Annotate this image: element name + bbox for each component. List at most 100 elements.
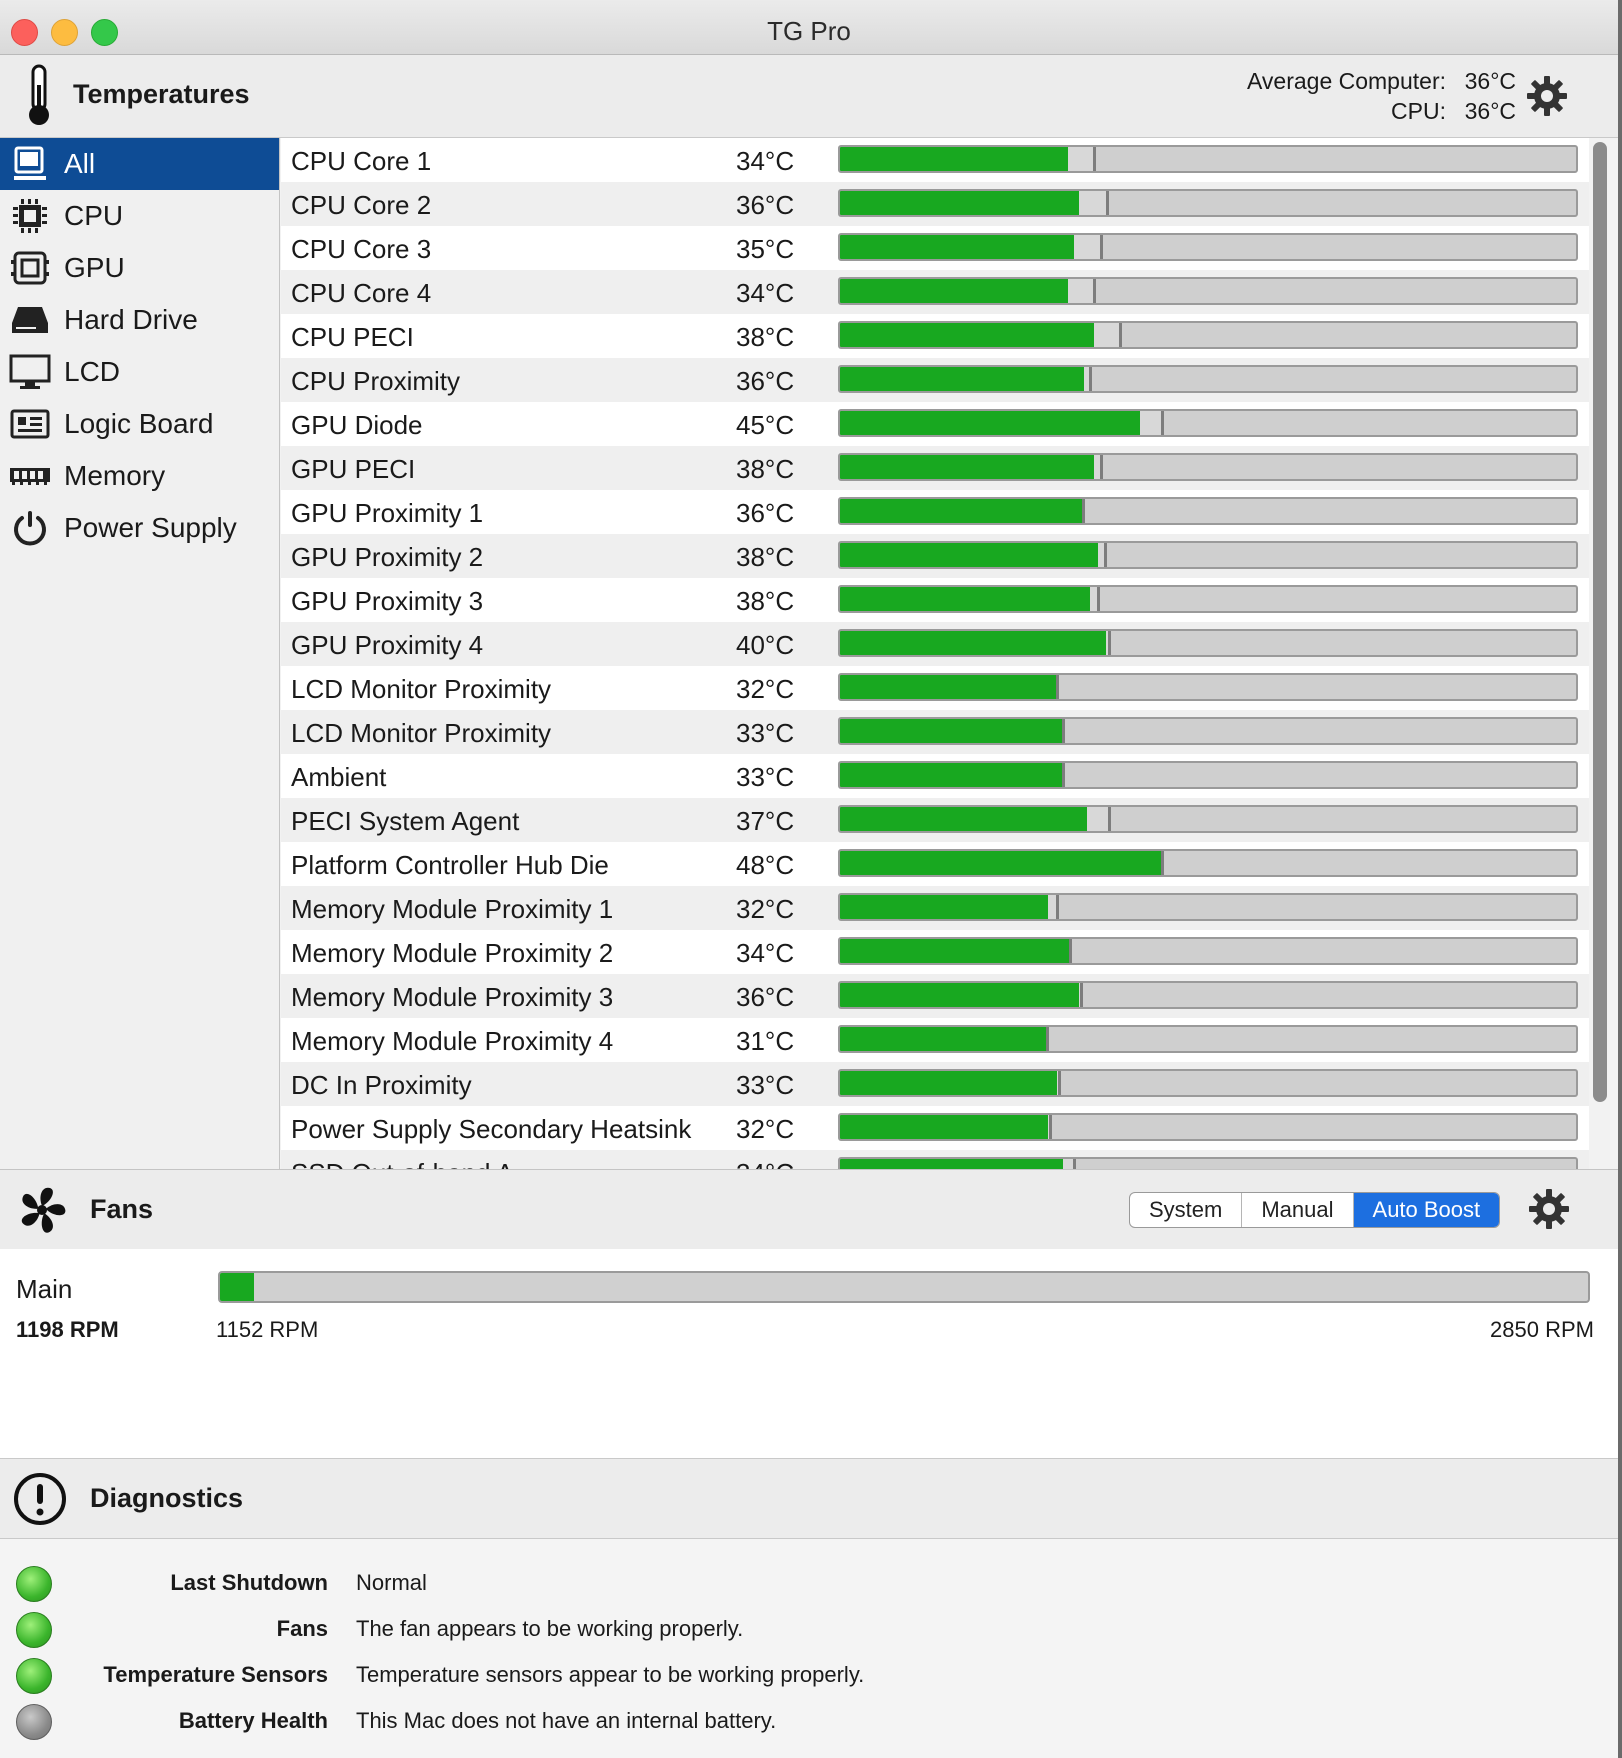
sensor-row[interactable]: Memory Module Proximity 3 36°C [281,974,1589,1018]
sensor-row[interactable]: GPU Proximity 1 36°C [281,490,1589,534]
sensor-bar-fill [840,279,1069,303]
app-window: TG Pro Temperatures Average Computer: 36°… [0,0,1618,1758]
fan-current-rpm: 1198 RPM [16,1317,119,1342]
sensor-name: Platform Controller Hub Die [291,850,609,880]
fan-min-rpm: 1152 RPM [216,1317,319,1342]
sensor-row[interactable]: Memory Module Proximity 1 32°C [281,886,1589,930]
window-title: TG Pro [767,16,851,46]
sensor-bar-peak-range [1068,279,1094,303]
fan-mode-system-button[interactable]: System [1130,1193,1243,1227]
sensor-bar-fill [840,895,1049,919]
sensor-bar-peak-marker [1081,499,1085,523]
sidebar-item-lcd[interactable]: LCD [0,346,279,398]
gpu-chip-icon [8,248,52,288]
sensor-row[interactable]: CPU PECI 38°C [281,314,1589,358]
sidebar-item-power-supply[interactable]: Power Supply [0,502,279,554]
sensor-row[interactable]: SSD Out-of-band A 34°C [281,1150,1589,1169]
fan-mode-auto-boost-button[interactable]: Auto Boost [1353,1193,1500,1227]
sensor-temperature: 48°C [736,850,795,880]
fan-speed-bar [218,1271,1590,1303]
sidebar-item-cpu[interactable]: CPU [0,190,279,242]
fans-header: Fans System Manual Auto Boost [0,1169,1618,1250]
sensor-temperature-bar [838,409,1578,437]
sidebar-item-label: Memory [64,460,166,491]
sidebar-item-hard-drive[interactable]: Hard Drive [0,294,279,346]
sensor-bar-fill [840,763,1063,787]
sensor-row[interactable]: GPU PECI 38°C [281,446,1589,490]
sensor-temperature: 38°C [736,586,795,616]
sidebar-item-label: CPU [64,200,124,231]
sensor-temperature-bar [838,893,1578,921]
sensor-row[interactable]: GPU Diode 45°C [281,402,1589,446]
diagnostic-row-temperature-sensors: Temperature Sensors Temperature sensors … [0,1651,1618,1697]
sensor-bar-peak-marker [1092,147,1096,171]
sensor-bar-fill [840,1159,1063,1169]
sensor-bar-peak-range [1079,191,1108,215]
sensor-name: GPU Proximity 1 [291,498,484,528]
sensor-list-scrollbar[interactable] [1593,142,1607,1102]
sensor-row[interactable]: Memory Module Proximity 4 31°C [281,1018,1589,1062]
sensor-row[interactable]: Power Supply Secondary Heatsink 32°C [281,1106,1589,1150]
sensor-row[interactable]: CPU Core 2 36°C [281,182,1589,226]
sensor-temperature-bar [838,849,1578,877]
average-computer-value: 36°C [1464,68,1516,94]
sensor-row[interactable]: Ambient 33°C [281,754,1589,798]
sensor-name: CPU Core 1 [291,146,432,176]
sensor-temperature: 32°C [736,674,795,704]
sensor-temperature: 33°C [736,1070,795,1100]
sensor-name: CPU Core 3 [291,234,432,264]
sensor-row[interactable]: CPU Proximity 36°C [281,358,1589,402]
sidebar-item-all[interactable]: All [0,138,279,190]
fan-name: Main [16,1274,73,1304]
sensor-temperature-bar [838,365,1578,393]
sidebar-item-logic-board[interactable]: Logic Board [0,398,279,450]
sensor-name: LCD Monitor Proximity [291,674,552,704]
sensor-temperature: 34°C [736,146,795,176]
sensor-row[interactable]: LCD Monitor Proximity 32°C [281,666,1589,710]
sidebar-item-memory[interactable]: Memory [0,450,279,502]
sensor-name: SSD Out-of-band A [291,1158,514,1169]
title-bar: TG Pro [0,0,1618,55]
sensor-row[interactable]: LCD Monitor Proximity 33°C [281,710,1589,754]
sensor-bar-peak-marker [1045,1027,1049,1051]
sensor-row[interactable]: CPU Core 4 34°C [281,270,1589,314]
sensor-row[interactable]: Memory Module Proximity 2 34°C [281,930,1589,974]
sensor-temperature-bar [838,673,1578,701]
sensor-name: Memory Module Proximity 3 [291,982,614,1012]
sensor-bar-peak-marker [1100,235,1104,259]
sensor-bar-fill [840,147,1069,171]
sensor-temperature: 33°C [736,718,795,748]
sensor-row[interactable]: CPU Core 3 35°C [281,226,1589,270]
sidebar-item-gpu[interactable]: GPU [0,242,279,294]
fan-mode-manual-button[interactable]: Manual [1242,1193,1354,1227]
sensor-row[interactable]: PECI System Agent 37°C [281,798,1589,842]
sensor-row[interactable]: GPU Proximity 3 38°C [281,578,1589,622]
temperatures-settings-gear-icon[interactable] [1526,75,1568,117]
cpu-average-readout: CPU: 36°C [1391,98,1516,125]
sensor-bar-fill [840,675,1058,699]
sensor-row[interactable]: DC In Proximity 33°C [281,1062,1589,1106]
fans-settings-gear-icon[interactable] [1528,1188,1570,1230]
sensor-name: PECI System Agent [291,806,520,836]
sensor-temperature: 31°C [736,1026,795,1056]
sensor-bar-fill [840,191,1080,215]
sensor-bar-peak-range [1086,807,1109,831]
diagnostics-title: Diagnostics [90,1483,244,1513]
sensor-name: GPU Diode [291,410,423,440]
status-unavailable-indicator [16,1704,52,1740]
sensor-row[interactable]: CPU Core 1 34°C [281,138,1589,182]
sensor-bar-fill [840,1027,1047,1051]
sensor-row[interactable]: GPU Proximity 4 40°C [281,622,1589,666]
sensor-temperature: 37°C [736,806,795,836]
sidebar-item-label: Logic Board [64,408,214,439]
diagnostics-panel: Last Shutdown Normal Fans The fan appear… [0,1539,1618,1758]
sensor-name: CPU PECI [291,322,414,352]
sensor-bar-peak-marker [1048,1115,1052,1139]
sensor-bar-peak-marker [1089,367,1093,391]
sensor-list[interactable]: CPU Core 1 34°C CPU Core 2 36°C CPU Core 3 35… [281,138,1589,1169]
status-ok-indicator [16,1612,52,1648]
sensor-row[interactable]: Platform Controller Hub Die 48°C [281,842,1589,886]
logic-board-icon [8,404,52,444]
sensor-bar-peak-marker [1056,895,1060,919]
sensor-row[interactable]: GPU Proximity 2 38°C [281,534,1589,578]
